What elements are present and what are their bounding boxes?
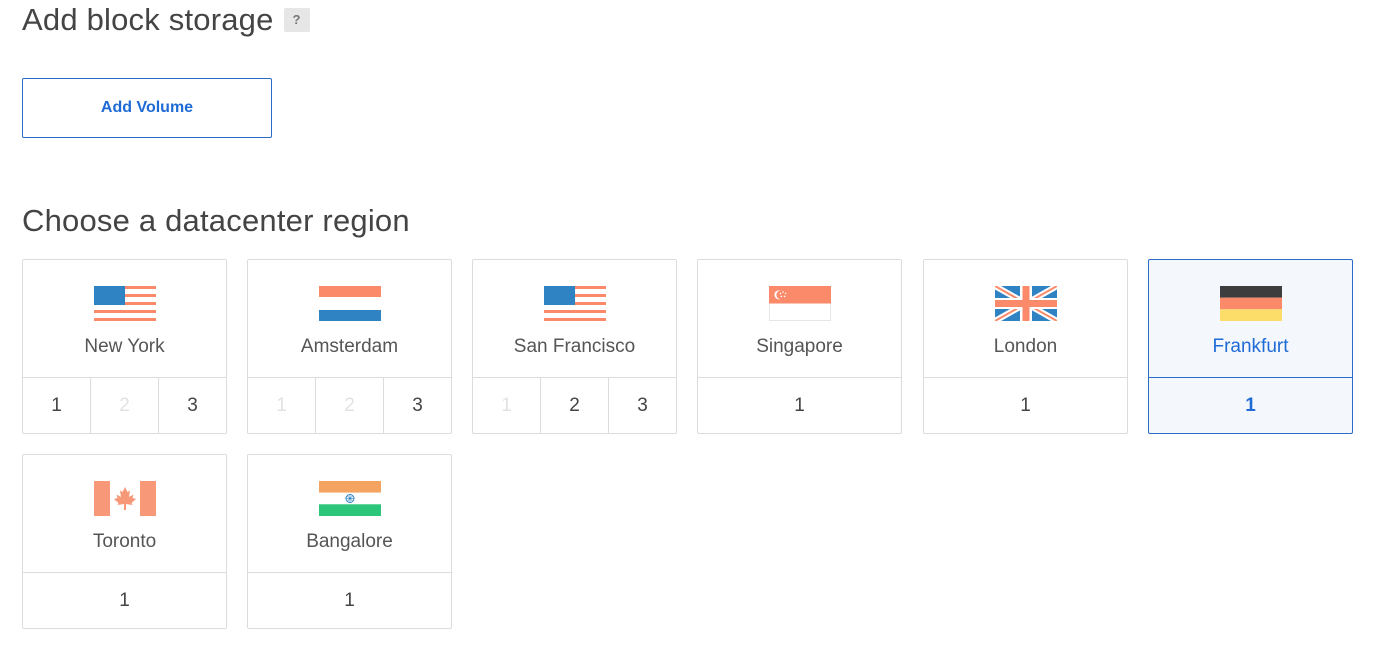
region-title: Choose a datacenter region bbox=[22, 203, 410, 238]
datacenter-option-1[interactable]: 1 bbox=[698, 378, 901, 433]
datacenter-option-1: 1 bbox=[276, 394, 287, 416]
region-name: Frankfurt bbox=[1212, 336, 1289, 357]
datacenter-option-1[interactable]: 1 bbox=[248, 573, 451, 628]
sg-flag-icon bbox=[768, 286, 831, 321]
datacenter-number-row: 1 bbox=[23, 572, 226, 628]
datacenter-option-2: 2 bbox=[315, 378, 383, 433]
region-card-header[interactable]: Singapore bbox=[698, 260, 901, 378]
region-card-header[interactable]: Amsterdam bbox=[248, 260, 451, 378]
us-flag-icon bbox=[93, 286, 156, 321]
region-name: Bangalore bbox=[306, 531, 393, 552]
region-card-toronto[interactable]: Toronto 1 bbox=[22, 454, 227, 629]
region-card-amsterdam[interactable]: Amsterdam 1 2 3 bbox=[247, 259, 452, 434]
region-card-header[interactable]: Toronto bbox=[23, 455, 226, 573]
region-card-bangalore[interactable]: Bangalore 1 bbox=[247, 454, 452, 629]
region-name: San Francisco bbox=[513, 336, 636, 357]
region-name: Amsterdam bbox=[300, 336, 399, 357]
region-card-header[interactable]: New York bbox=[23, 260, 226, 378]
datacenter-option-1[interactable]: 1 bbox=[1149, 378, 1352, 433]
region-card-singapore[interactable]: Singapore 1 bbox=[697, 259, 902, 434]
us-flag-icon bbox=[543, 286, 606, 321]
region-name: Toronto bbox=[92, 531, 157, 552]
datacenter-number-row: 1 2 3 bbox=[23, 377, 226, 433]
region-name: New York bbox=[84, 336, 165, 357]
datacenter-number-row: 1 2 3 bbox=[248, 377, 451, 433]
datacenter-option-1[interactable]: 1 bbox=[23, 573, 226, 628]
region-card-san-francisco[interactable]: San Francisco 1 2 3 bbox=[472, 259, 677, 434]
region-name: Singapore bbox=[756, 336, 843, 357]
datacenter-option-1[interactable]: 1 bbox=[23, 378, 90, 433]
datacenter-number-row: 1 bbox=[698, 377, 901, 433]
uk-flag-icon bbox=[994, 286, 1057, 321]
region-card-header[interactable]: San Francisco bbox=[473, 260, 676, 378]
region-card-header[interactable]: London bbox=[924, 260, 1127, 378]
datacenter-number-row: 1 bbox=[1149, 377, 1352, 433]
add-volume-button[interactable]: Add Volume bbox=[22, 78, 272, 138]
region-card-header[interactable]: Bangalore bbox=[248, 455, 451, 573]
ca-flag-icon bbox=[93, 481, 156, 516]
nl-flag-icon bbox=[318, 286, 381, 321]
datacenter-number-row: 1 bbox=[248, 572, 451, 628]
block-storage-title-text: Add block storage bbox=[22, 2, 274, 37]
region-card-new-york[interactable]: New York 1 2 3 bbox=[22, 259, 227, 434]
datacenter-option-1: 1 bbox=[501, 394, 512, 416]
region-name: London bbox=[993, 336, 1058, 357]
datacenter-option-3[interactable]: 3 bbox=[158, 378, 226, 433]
datacenter-option-2: 2 bbox=[90, 378, 158, 433]
datacenter-number-row: 1 bbox=[924, 377, 1127, 433]
region-card-frankfurt[interactable]: Frankfurt 1 bbox=[1148, 259, 1353, 434]
datacenter-number-row: 1 2 3 bbox=[473, 377, 676, 433]
datacenter-option-3[interactable]: 3 bbox=[608, 378, 676, 433]
de-flag-icon bbox=[1219, 286, 1282, 321]
datacenter-option-2[interactable]: 2 bbox=[540, 378, 608, 433]
datacenter-option-1[interactable]: 1 bbox=[924, 378, 1127, 433]
region-card-header[interactable]: Frankfurt bbox=[1149, 260, 1352, 378]
datacenter-option-3[interactable]: 3 bbox=[383, 378, 451, 433]
help-icon[interactable]: ? bbox=[283, 8, 310, 32]
block-storage-title: Add block storage ? bbox=[22, 2, 310, 38]
in-flag-icon bbox=[318, 481, 381, 516]
region-card-london[interactable]: London 1 bbox=[923, 259, 1128, 434]
